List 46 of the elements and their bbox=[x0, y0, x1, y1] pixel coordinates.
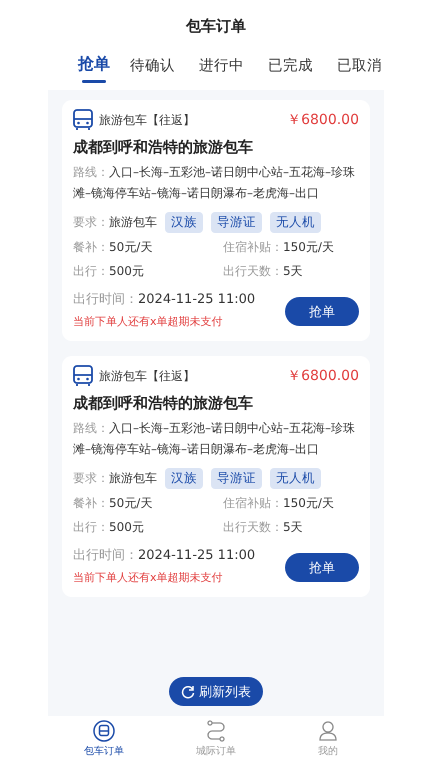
requirement-value: 旅游包车 bbox=[109, 214, 157, 231]
warning-text: 当前下单人还有x单超期未支付 bbox=[73, 314, 224, 329]
bus-icon bbox=[73, 365, 93, 387]
tag: 汉族 bbox=[165, 468, 203, 489]
travel-time: 出行时间：2024-11-25 11:00 bbox=[73, 291, 256, 308]
order-price: ￥6800.00 bbox=[287, 367, 359, 385]
bus-icon bbox=[73, 109, 93, 131]
travel-time: 出行时间：2024-11-25 11:00 bbox=[73, 547, 256, 564]
info-field: 餐补：50元/天 bbox=[73, 239, 223, 256]
tab[interactable]: 抢单 bbox=[78, 52, 110, 86]
nav-item[interactable]: 包车订单 bbox=[48, 716, 160, 762]
requirement-label: 要求： bbox=[73, 214, 109, 231]
tab[interactable]: 已取消 bbox=[337, 52, 382, 86]
route-text: 路线：入口–长海–五彩池–诺日朗中心站–五花海–珍珠滩–镜海停车站–镜海–诺日朗瀑布–老虎海–出口 bbox=[73, 420, 356, 458]
info-field: 住宿补贴：150元/天 bbox=[223, 239, 359, 256]
refresh-button[interactable]: 刷新列表 bbox=[169, 677, 263, 706]
info-field: 出行天数：5天 bbox=[223, 263, 359, 280]
page-title: 包车订单 bbox=[184, 16, 247, 36]
info-field: 出行：500元 bbox=[73, 519, 223, 536]
tab[interactable]: 已完成 bbox=[268, 52, 313, 86]
requirement-value: 旅游包车 bbox=[109, 470, 157, 487]
order-price: ￥6800.00 bbox=[287, 111, 359, 129]
requirement-label: 要求： bbox=[73, 470, 109, 487]
tag: 导游证 bbox=[211, 468, 262, 489]
order-title: 成都到呼和浩特的旅游包车 bbox=[73, 394, 254, 413]
route-icon bbox=[206, 720, 226, 742]
info-field: 餐补：50元/天 bbox=[73, 495, 223, 512]
order-type: 旅游包车【往返】 bbox=[99, 368, 196, 384]
tag: 汉族 bbox=[165, 212, 203, 233]
tag: 无人机 bbox=[270, 468, 321, 489]
info-field: 住宿补贴：150元/天 bbox=[223, 495, 359, 512]
info-field: 出行天数：5天 bbox=[223, 519, 359, 536]
grab-order-button[interactable]: 抢单 bbox=[285, 553, 359, 582]
order-title: 成都到呼和浩特的旅游包车 bbox=[73, 138, 254, 157]
tab[interactable]: 进行中 bbox=[199, 52, 244, 86]
grab-order-button[interactable]: 抢单 bbox=[285, 297, 359, 326]
refresh-icon bbox=[181, 684, 195, 698]
tab[interactable]: 待确认 bbox=[130, 52, 175, 86]
route-text: 路线：入口–长海–五彩池–诺日朗中心站–五花海–珍珠滩–镜海停车站–镜海–诺日朗瀑布–老虎海–出口 bbox=[73, 164, 356, 202]
order-type: 旅游包车【往返】 bbox=[99, 112, 196, 128]
info-field: 出行：500元 bbox=[73, 263, 223, 280]
tag: 导游证 bbox=[211, 212, 262, 233]
warning-text: 当前下单人还有x单超期未支付 bbox=[73, 570, 224, 585]
tag: 无人机 bbox=[270, 212, 321, 233]
bus-icon bbox=[93, 720, 115, 742]
person-icon bbox=[318, 720, 338, 742]
